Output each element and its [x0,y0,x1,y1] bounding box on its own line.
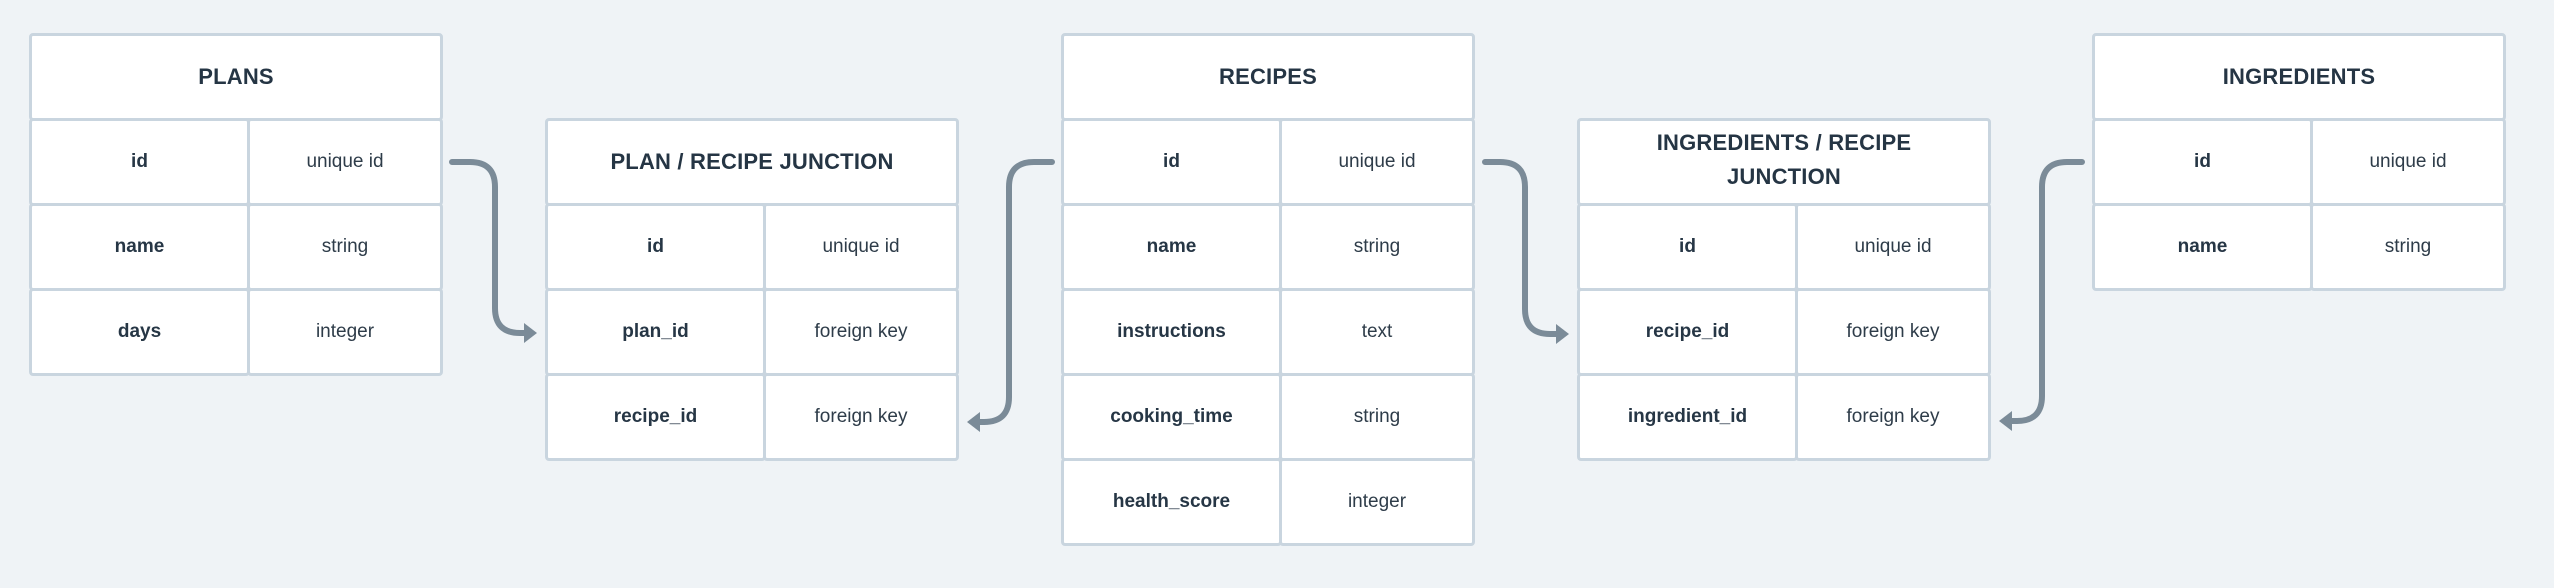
field-name-cell: recipe_id [545,373,766,461]
field-type-cell: string [247,203,443,291]
field-name-cell: days [29,288,250,376]
field-type-cell: string [2310,203,2506,291]
field-type-cell: integer [1279,458,1475,546]
field-type-cell: foreign key [1795,373,1991,461]
arrowhead-right-icon [524,323,537,343]
table-title: RECIPES [1061,33,1475,121]
field-type-cell: unique id [763,203,959,291]
arrowhead-left-icon [967,412,980,432]
field-name-cell: id [1061,118,1282,206]
arrowhead-right-icon [1556,324,1569,344]
field-type-cell: unique id [1795,203,1991,291]
field-type-cell: foreign key [763,288,959,376]
field-name-cell: instructions [1061,288,1282,376]
field-type-cell: string [1279,203,1475,291]
field-name-cell: name [29,203,250,291]
field-name-cell: id [1577,203,1798,291]
field-type-cell: unique id [2310,118,2506,206]
field-name-cell: cooking_time [1061,373,1282,461]
table-title: PLAN / RECIPE JUNCTION [545,118,959,206]
table-title: INGREDIENTS [2092,33,2506,121]
field-name-cell: id [545,203,766,291]
table-title: INGREDIENTS / RECIPE JUNCTION [1577,118,1991,206]
connector-recipes-to-ingredient-junction [1482,159,1563,337]
field-type-cell: unique id [1279,118,1475,206]
field-name-cell: recipe_id [1577,288,1798,376]
field-name-cell: name [1061,203,1282,291]
field-name-cell: ingredient_id [1577,373,1798,461]
field-type-cell: foreign key [1795,288,1991,376]
field-name-cell: plan_id [545,288,766,376]
field-name-cell: id [2092,118,2313,206]
connector-ingredients-to-ingredient-junction [2004,159,2085,424]
arrowhead-left-icon [1999,411,2012,431]
field-type-cell: integer [247,288,443,376]
field-type-cell: string [1279,373,1475,461]
field-type-cell: text [1279,288,1475,376]
field-name-cell: id [29,118,250,206]
connector-plans-to-plan-junction [449,159,531,336]
field-type-cell: unique id [247,118,443,206]
field-type-cell: foreign key [763,373,959,461]
connector-recipes-to-plan-junction [972,159,1055,425]
field-name-cell: health_score [1061,458,1282,546]
table-title: PLANS [29,33,443,121]
field-name-cell: name [2092,203,2313,291]
